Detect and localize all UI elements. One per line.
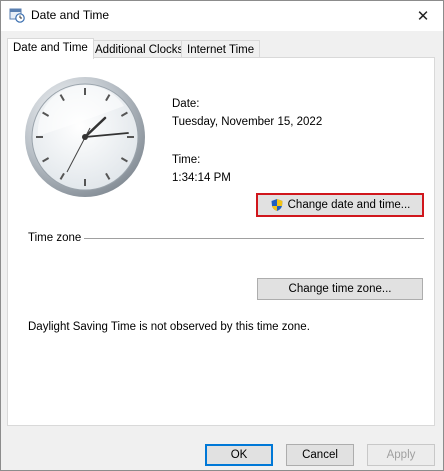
tab-internet-time[interactable]: Internet Time xyxy=(181,40,261,58)
title-bar[interactable]: Date and Time ✕ xyxy=(1,1,443,31)
cancel-button[interactable]: Cancel xyxy=(286,444,354,466)
change-date-and-time-label: Change date and time... xyxy=(287,199,411,211)
tab-panel-date-and-time: Date: Tuesday, November 15, 2022 Time: 1… xyxy=(7,57,435,426)
date-time-dialog: Date and Time ✕ Date and Time Additional… xyxy=(0,0,444,471)
dst-note: Daylight Saving Time is not observed by … xyxy=(28,321,310,333)
tab-date-and-time[interactable]: Date and Time xyxy=(7,38,94,59)
change-time-zone-button[interactable]: Change time zone... xyxy=(257,278,423,300)
time-zone-divider xyxy=(84,238,424,239)
window-title: Date and Time xyxy=(31,8,110,22)
analog-clock xyxy=(25,77,145,197)
apply-button[interactable]: Apply xyxy=(367,444,435,466)
tab-additional-clocks[interactable]: Additional Clocks xyxy=(89,40,190,58)
date-label: Date: xyxy=(172,98,200,110)
close-icon: ✕ xyxy=(416,8,430,25)
close-button[interactable]: ✕ xyxy=(403,1,443,31)
calendar-clock-icon xyxy=(9,8,25,23)
time-zone-heading: Time zone xyxy=(28,232,82,244)
uac-shield-icon xyxy=(271,199,283,211)
date-value: Tuesday, November 15, 2022 xyxy=(172,116,323,128)
time-value: 1:34:14 PM xyxy=(172,172,231,184)
ok-button[interactable]: OK xyxy=(205,444,273,466)
time-label: Time: xyxy=(172,154,201,166)
change-date-and-time-button[interactable]: Change date and time... xyxy=(256,193,424,217)
